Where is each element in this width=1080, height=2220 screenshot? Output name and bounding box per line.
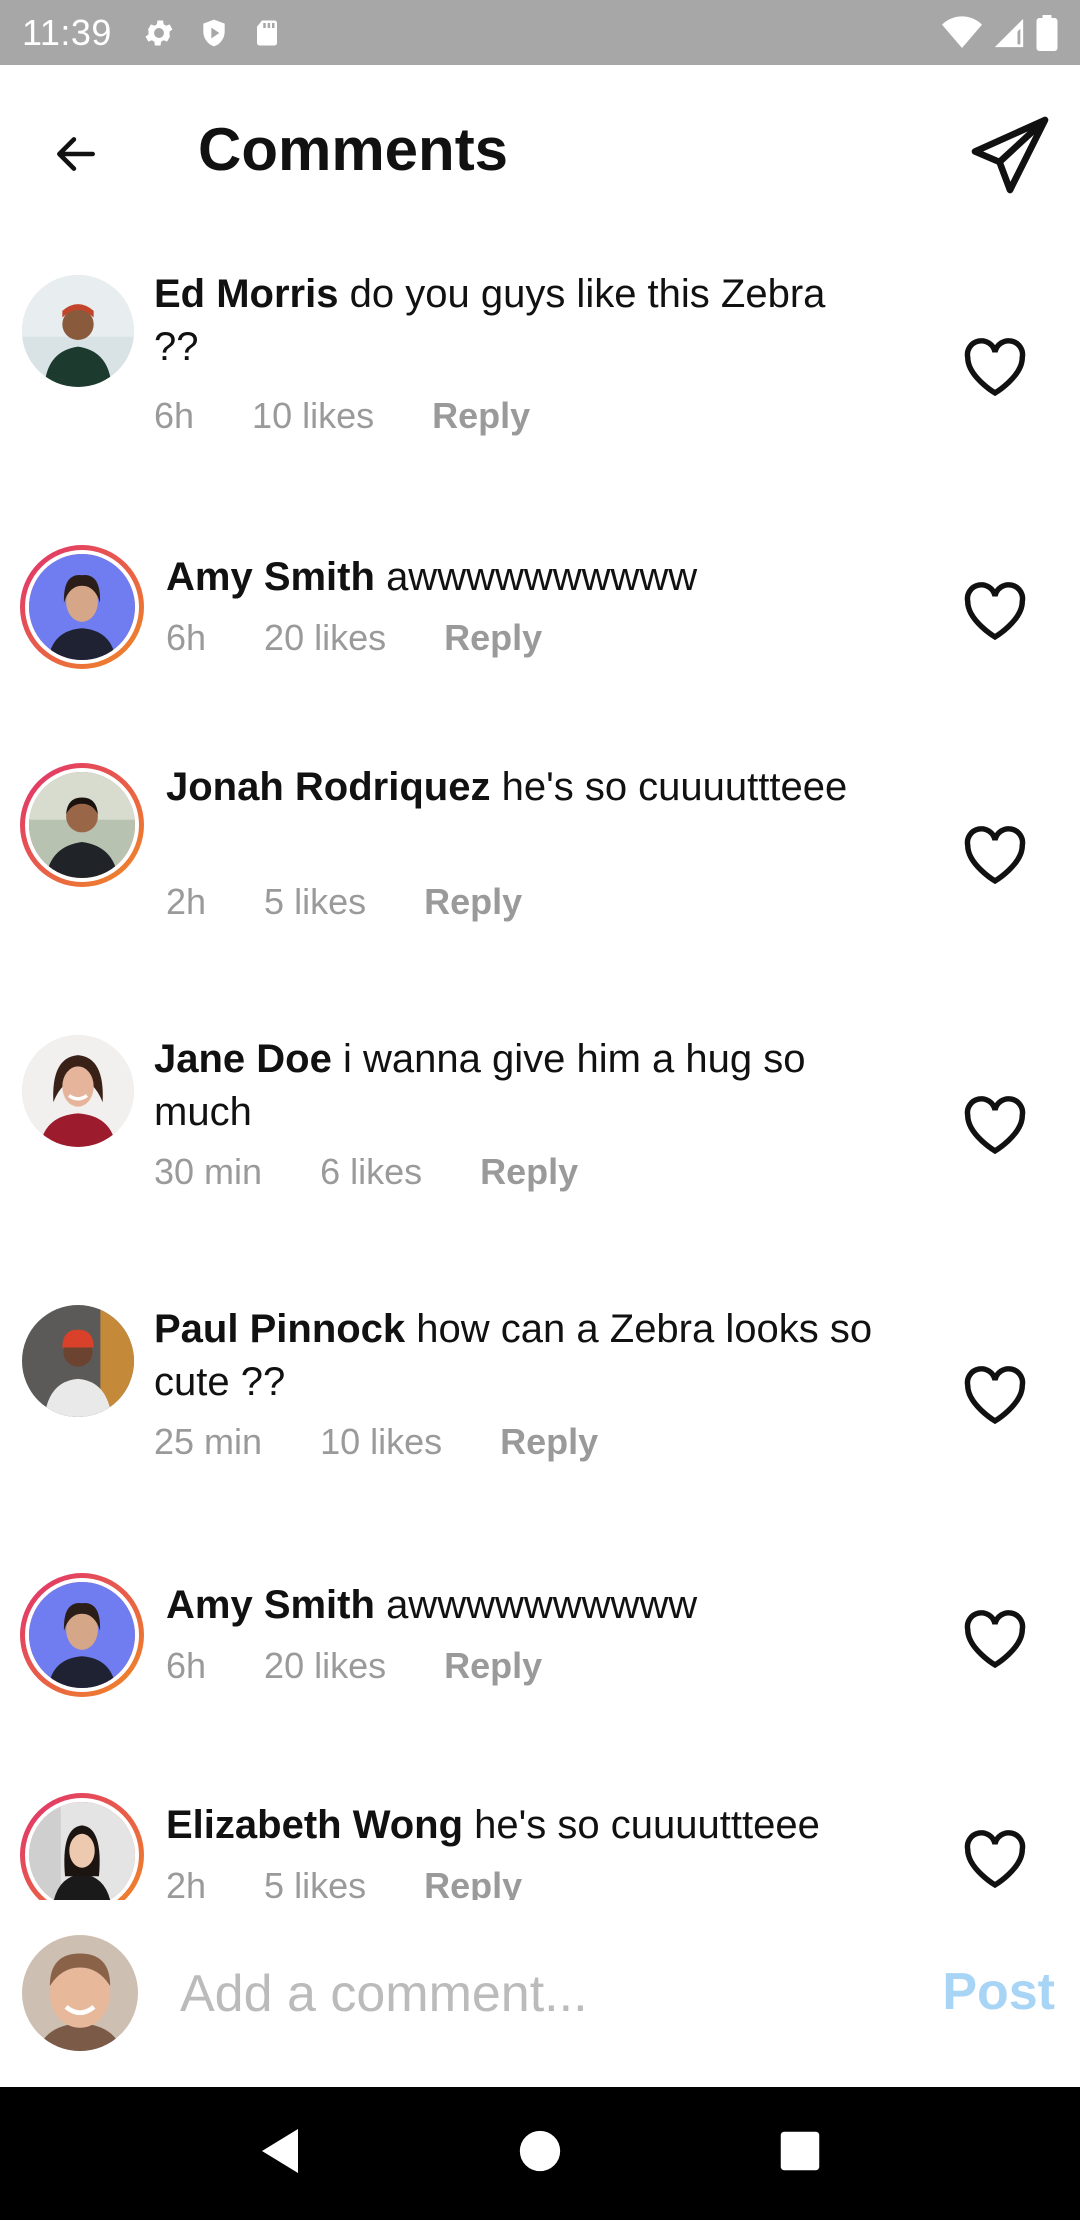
paper-plane-icon (968, 113, 1052, 202)
comment-meta: 6h 10 likes Reply (154, 395, 530, 437)
reply-button[interactable]: Reply (500, 1421, 598, 1463)
post-button[interactable]: Post (942, 1962, 1055, 2022)
current-user-avatar (22, 1935, 138, 2051)
comment-text: Amy Smith awwwwwwwwww (166, 551, 886, 604)
status-time: 11:39 (22, 11, 112, 53)
avatar[interactable] (22, 1035, 134, 1147)
comment-author[interactable]: Jonah Rodriquez (166, 765, 490, 809)
comment-text: Jane Doe i wanna give him a hug so much (154, 1033, 874, 1139)
comments-list[interactable]: Ed Morris do you guys like this Zebra ??… (0, 235, 1080, 1900)
triangle-back-icon (258, 2127, 302, 2180)
arrow-left-icon (51, 129, 101, 184)
comment-text: Elizabeth Wong he's so cuuuuttteee (166, 1799, 886, 1852)
shield-icon (198, 16, 230, 50)
comment-text: Ed Morris do you guys like this Zebra ?? (154, 268, 874, 374)
comment-author[interactable]: Ed Morris (154, 272, 338, 316)
comment-text: Jonah Rodriquez he's so cuuuuttteee (166, 761, 886, 814)
comment-input[interactable] (180, 1948, 900, 2040)
heart-icon (961, 1829, 1029, 1894)
gear-icon (142, 16, 176, 50)
heart-icon (961, 1095, 1029, 1160)
comment-likes[interactable]: 10 likes (252, 395, 374, 437)
status-bar: 11:39 (0, 0, 1080, 65)
comment-author[interactable]: Jane Doe (154, 1037, 332, 1081)
avatar[interactable] (20, 1793, 144, 1900)
battery-icon (1036, 14, 1058, 51)
comment-author[interactable]: Elizabeth Wong (166, 1803, 463, 1847)
comment-likes[interactable]: 6 likes (320, 1151, 422, 1193)
comment-message: awwwwwwwwww (386, 555, 698, 599)
heart-icon (961, 1365, 1029, 1430)
comment-meta: 2h 5 likes Reply (166, 881, 522, 923)
back-button[interactable] (40, 120, 112, 192)
comment-likes[interactable]: 20 likes (264, 1645, 386, 1687)
comment-likes[interactable]: 10 likes (320, 1421, 442, 1463)
comment-meta: 25 min 10 likes Reply (154, 1421, 598, 1463)
comment-text: Amy Smith awwwwwwwwww (166, 1579, 886, 1632)
square-recents-icon (779, 2130, 821, 2177)
reply-button[interactable]: Reply (480, 1151, 578, 1193)
comment-time: 25 min (154, 1421, 263, 1462)
heart-icon (961, 1609, 1029, 1674)
avatar[interactable] (20, 1573, 144, 1697)
status-right-icons (942, 14, 1058, 51)
comment-meta: 30 min 6 likes Reply (154, 1151, 578, 1193)
comment-author[interactable]: Amy Smith (166, 555, 375, 599)
heart-icon (961, 825, 1029, 890)
comment-meta: 6h 20 likes Reply (166, 1645, 542, 1687)
like-button[interactable] (960, 1609, 1030, 1673)
reply-button[interactable]: Reply (444, 617, 542, 659)
reply-button[interactable]: Reply (444, 1645, 542, 1687)
avatar[interactable] (22, 1305, 134, 1417)
heart-icon (961, 337, 1029, 402)
avatar[interactable] (20, 763, 144, 887)
comment-time: 30 min (154, 1151, 263, 1192)
comment-likes[interactable]: 5 likes (264, 881, 366, 923)
nav-back-button[interactable] (240, 2114, 320, 2194)
signal-icon (992, 16, 1026, 50)
comment-time: 6h (166, 1645, 207, 1686)
comment-message: awwwwwwwwww (386, 1583, 698, 1627)
comment-message: he's so cuuuuttteee (501, 765, 848, 809)
comment-text: Paul Pinnock how can a Zebra looks so cu… (154, 1303, 874, 1409)
page-title: Comments (198, 116, 509, 183)
like-button[interactable] (960, 1365, 1030, 1429)
comment-time: 6h (154, 395, 195, 436)
comment-likes[interactable]: 20 likes (264, 617, 386, 659)
app-header: Comments (0, 65, 1080, 235)
reply-button[interactable]: Reply (424, 1865, 522, 1900)
nav-recents-button[interactable] (760, 2114, 840, 2194)
comment-message: he's so cuuuuttteee (474, 1803, 820, 1847)
comment-meta: 2h 5 likes Reply (166, 1865, 522, 1900)
circle-home-icon (518, 2129, 562, 2178)
comment-composer: Post (0, 1900, 1080, 2087)
like-button[interactable] (960, 825, 1030, 889)
system-nav-bar (0, 2087, 1080, 2220)
comment-likes[interactable]: 5 likes (264, 1865, 366, 1900)
sd-card-icon (252, 16, 282, 50)
avatar[interactable] (22, 275, 134, 387)
nav-home-button[interactable] (500, 2114, 580, 2194)
comment-time: 6h (166, 617, 207, 658)
reply-button[interactable]: Reply (432, 395, 530, 437)
avatar[interactable] (20, 545, 144, 669)
like-button[interactable] (960, 581, 1030, 645)
like-button[interactable] (960, 337, 1030, 401)
like-button[interactable] (960, 1829, 1030, 1893)
comment-author[interactable]: Paul Pinnock (154, 1307, 405, 1351)
like-button[interactable] (960, 1095, 1030, 1159)
comment-time: 2h (166, 881, 207, 922)
comment-meta: 6h 20 likes Reply (166, 617, 542, 659)
comment-author[interactable]: Amy Smith (166, 1583, 375, 1627)
reply-button[interactable]: Reply (424, 881, 522, 923)
status-left-icons (142, 16, 282, 50)
send-button[interactable] (960, 107, 1060, 207)
comment-time: 2h (166, 1865, 207, 1900)
wifi-icon (942, 15, 982, 50)
heart-icon (961, 581, 1029, 646)
